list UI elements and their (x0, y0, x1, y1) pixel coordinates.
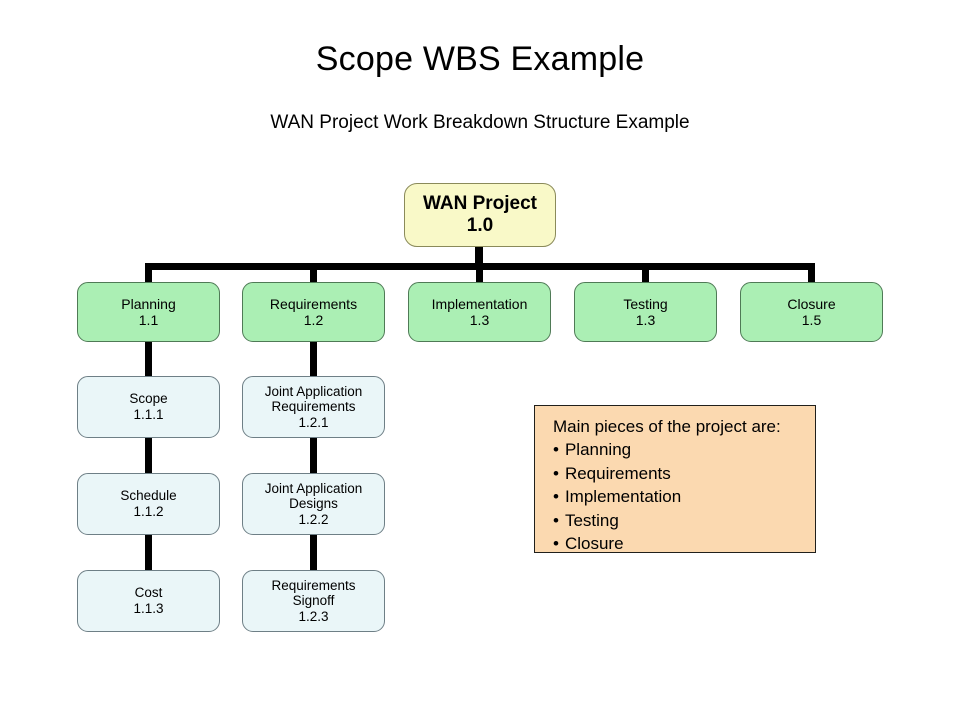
wbs-node-testing-name: Testing (623, 295, 668, 312)
connector-jad-to-signoff (310, 535, 317, 571)
connector-drop-implementation (476, 263, 483, 283)
wbs-node-requirements-name: Requirements (269, 295, 358, 312)
wbs-node-root[interactable]: WAN Project 1.0 (404, 183, 556, 247)
wbs-node-root-code: 1.0 (466, 215, 494, 236)
connector-schedule-to-cost (145, 535, 152, 571)
wbs-node-planning[interactable]: Planning 1.1 (77, 282, 220, 342)
wbs-node-implementation-code: 1.3 (469, 312, 490, 328)
wbs-node-scope-code: 1.1.1 (133, 407, 164, 422)
connector-requirements-to-jar (310, 341, 317, 376)
wbs-node-cost-code: 1.1.3 (133, 601, 164, 616)
wbs-node-schedule-code: 1.1.2 (133, 504, 164, 519)
wbs-node-schedule-name: Schedule (120, 488, 177, 504)
wbs-node-implementation-name: Implementation (431, 295, 528, 312)
wbs-node-testing[interactable]: Testing 1.3 (574, 282, 717, 342)
wbs-node-scope[interactable]: Scope 1.1.1 (77, 376, 220, 438)
wbs-node-cost[interactable]: Cost 1.1.3 (77, 570, 220, 632)
connector-drop-planning (145, 263, 152, 283)
wbs-node-signoff-code: 1.2.3 (298, 608, 329, 624)
wbs-node-requirements-signoff[interactable]: Requirements Signoff 1.2.3 (242, 570, 385, 632)
callout-heading: Main pieces of the project are: (553, 417, 781, 436)
wbs-node-scope-name: Scope (129, 391, 168, 407)
callout-bullet-item: Closure (553, 532, 815, 555)
wbs-node-jar-name-line2: Requirements (271, 399, 356, 415)
callout-bullet-item: Requirements (553, 462, 815, 485)
wbs-node-implementation[interactable]: Implementation 1.3 (408, 282, 551, 342)
wbs-node-jad-name-line2: Designs (289, 496, 338, 512)
connector-drop-requirements (310, 263, 317, 283)
connector-scope-to-schedule (145, 438, 152, 474)
wbs-node-jar-code: 1.2.1 (298, 414, 329, 430)
wbs-node-root-name: WAN Project (422, 192, 538, 214)
wbs-node-joint-application-requirements[interactable]: Joint Application Requirements 1.2.1 (242, 376, 385, 438)
callout-bullet-item: Planning (553, 438, 815, 461)
wbs-node-jar-name-line1: Joint Application (264, 383, 363, 399)
callout-bullet-item: Implementation (553, 485, 815, 508)
wbs-node-requirements-code: 1.2 (303, 312, 324, 328)
wbs-node-requirements[interactable]: Requirements 1.2 (242, 282, 385, 342)
connector-planning-to-scope (145, 341, 152, 376)
connector-drop-testing (642, 263, 649, 283)
callout-bullet-list: Planning Requirements Implementation Tes… (553, 438, 815, 555)
wbs-node-cost-name: Cost (134, 585, 163, 601)
wbs-node-closure-name: Closure (787, 295, 836, 312)
wbs-node-jad-code: 1.2.2 (298, 511, 329, 527)
wbs-diagram-canvas: Scope WBS Example WAN Project Work Break… (0, 0, 960, 720)
wbs-node-closure[interactable]: Closure 1.5 (740, 282, 883, 342)
wbs-node-schedule[interactable]: Schedule 1.1.2 (77, 473, 220, 535)
wbs-node-signoff-name-line2: Signoff (292, 593, 335, 609)
wbs-node-closure-code: 1.5 (801, 312, 822, 328)
wbs-node-planning-name: Planning (121, 295, 176, 312)
wbs-node-jad-name-line1: Joint Application (264, 480, 363, 496)
wbs-node-testing-code: 1.3 (635, 312, 656, 328)
callout-box: Main pieces of the project are: Planning… (534, 405, 816, 553)
page-subtitle: WAN Project Work Breakdown Structure Exa… (270, 112, 690, 133)
callout-bullet-item: Testing (553, 509, 815, 532)
connector-drop-closure (808, 263, 815, 283)
wbs-node-signoff-name-line1: Requirements (271, 577, 356, 593)
wbs-node-joint-application-designs[interactable]: Joint Application Designs 1.2.2 (242, 473, 385, 535)
connector-jar-to-jad (310, 438, 317, 474)
page-title: Scope WBS Example (315, 40, 645, 78)
wbs-node-planning-code: 1.1 (138, 312, 159, 328)
